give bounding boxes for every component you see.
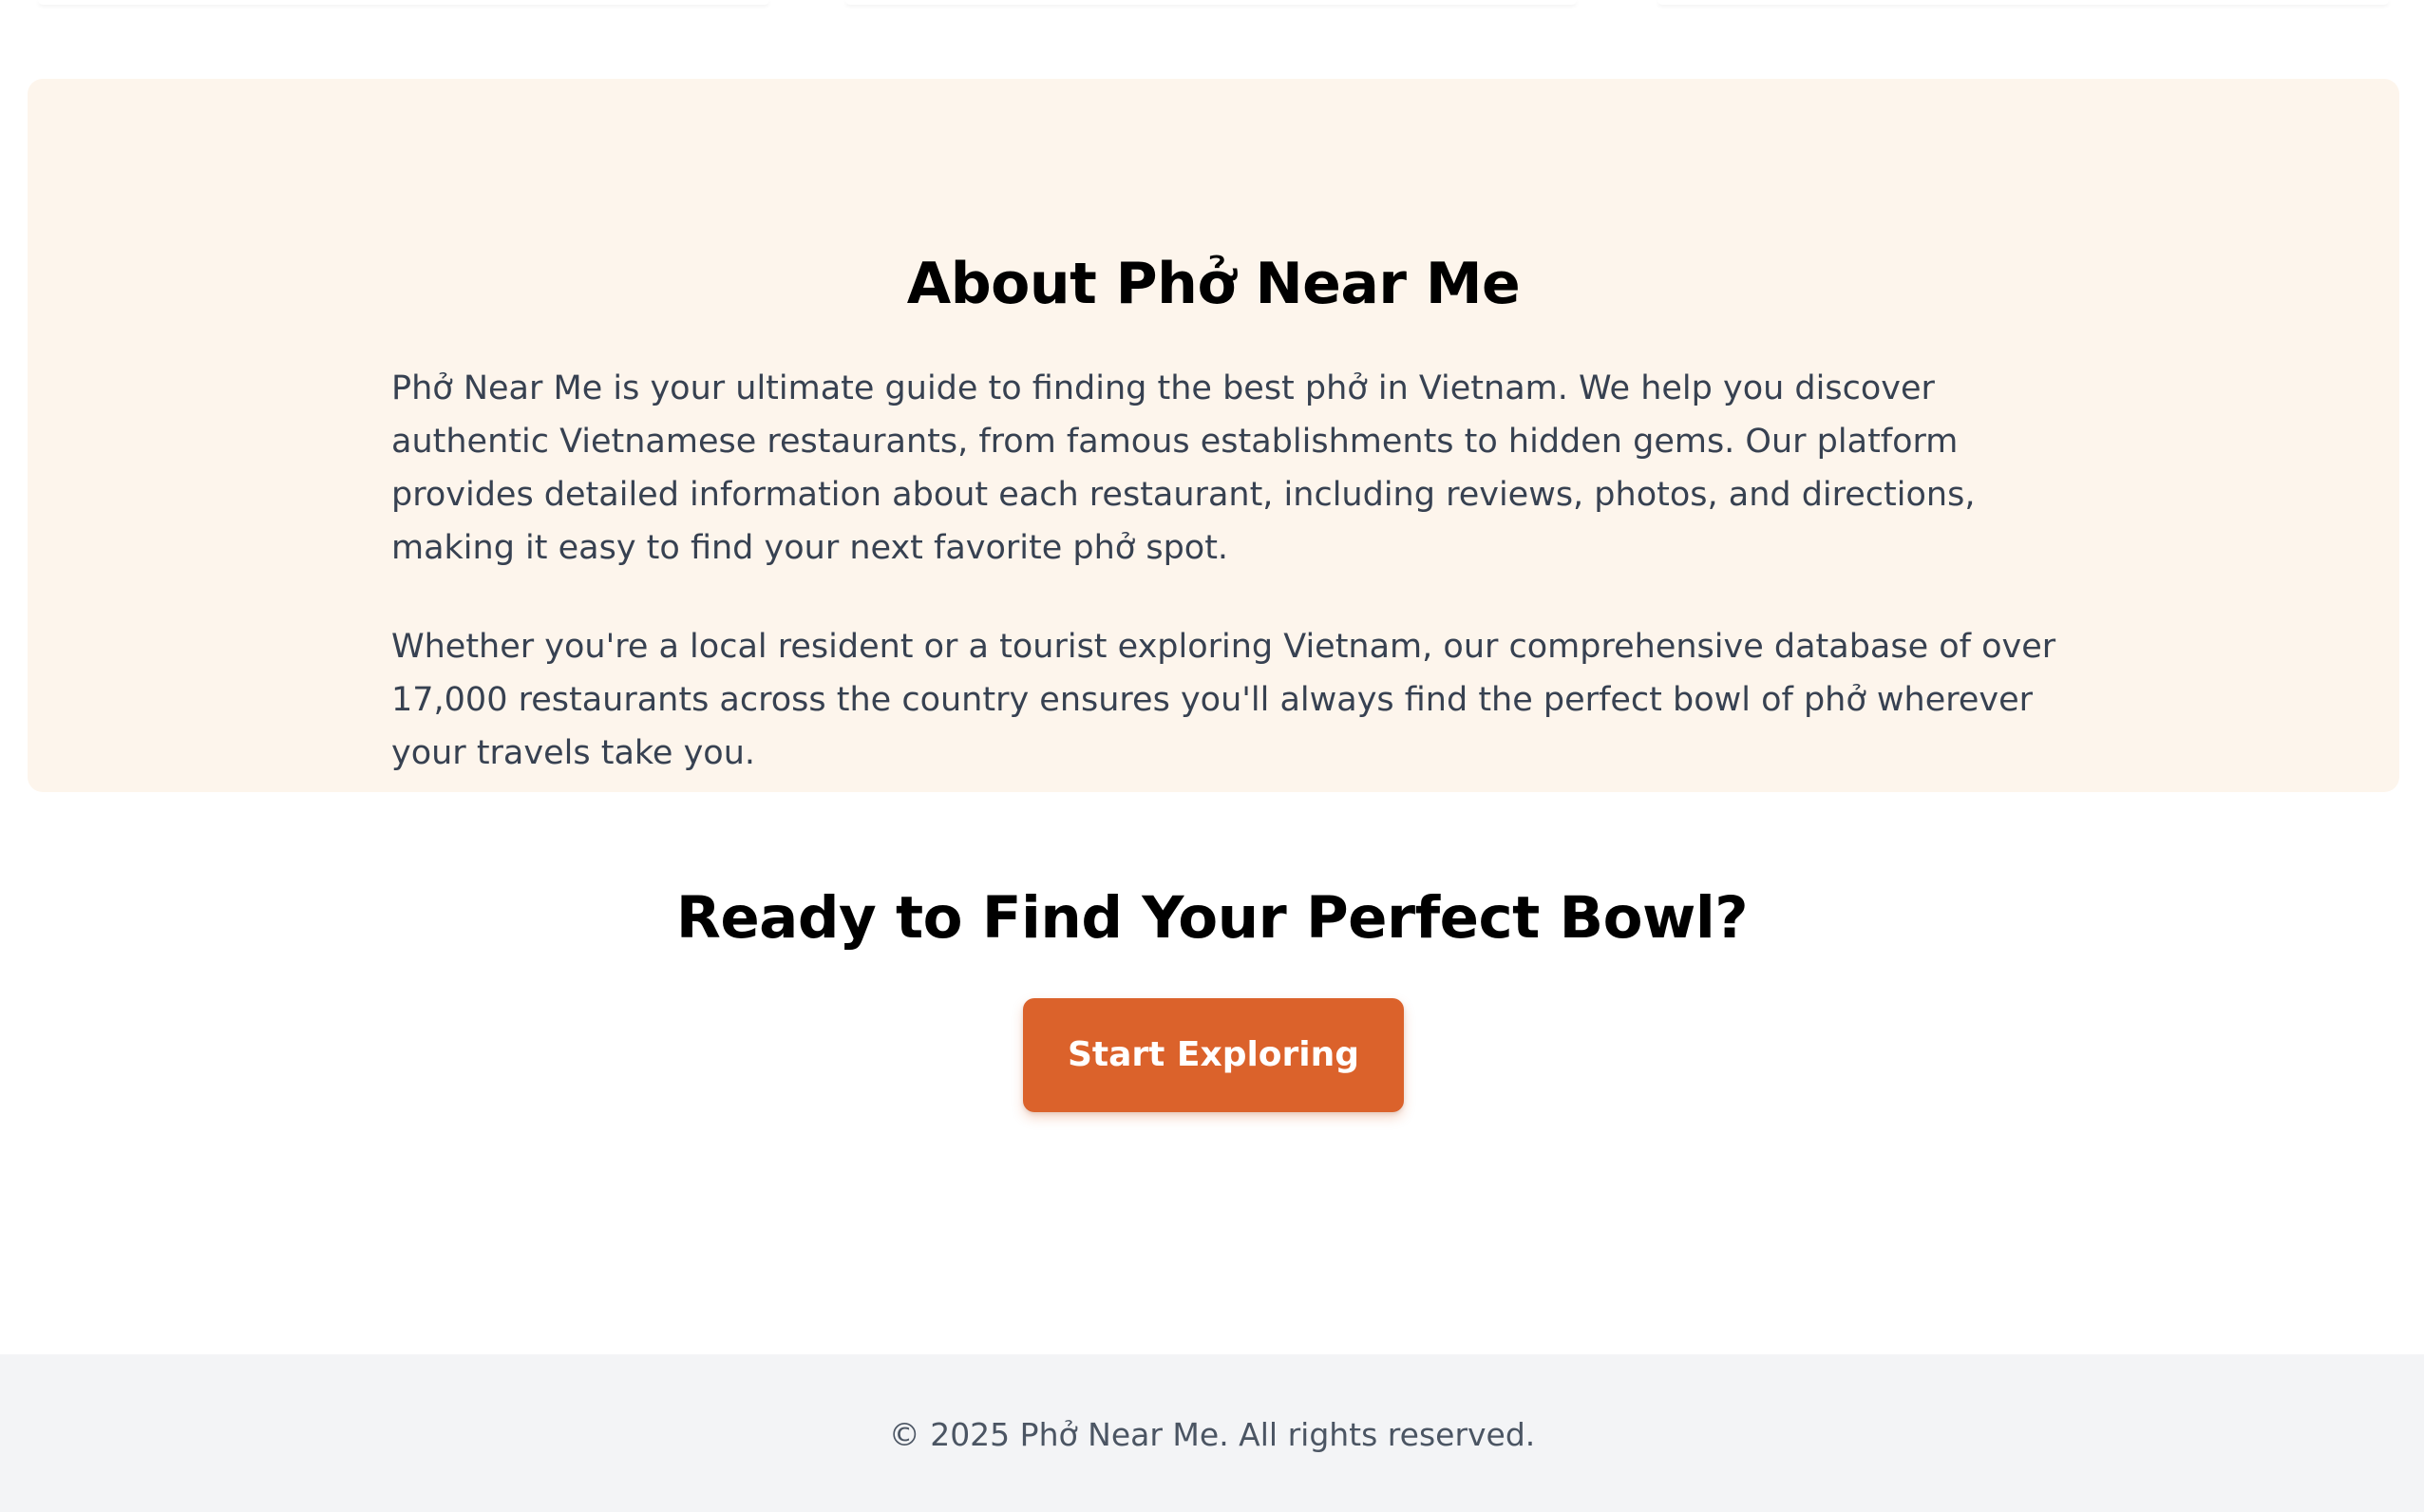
- card-edge: [38, 0, 769, 5]
- page: About Phở Near Me Phở Near Me is your ul…: [0, 0, 2424, 1512]
- about-title: About Phở Near Me: [906, 251, 1521, 317]
- about-paragraph-2: Whether you're a local resident or a tou…: [391, 628, 2056, 772]
- about-paragraph-1: Phở Near Me is your ultimate guide to fi…: [391, 369, 1976, 567]
- footer-copyright: © 2025 Phở Near Me. All rights reserved.: [888, 1416, 1536, 1453]
- card-edge: [1657, 0, 2389, 5]
- footer: © 2025 Phở Near Me. All rights reserved.: [0, 1354, 2424, 1512]
- cta-title: Ready to Find Your Perfect Bowl?: [675, 884, 1749, 952]
- about-section: About Phở Near Me Phở Near Me is your ul…: [28, 79, 2399, 792]
- card-edge: [845, 0, 1577, 5]
- previous-section-card-edges: [0, 0, 2424, 8]
- start-exploring-button[interactable]: Start Exploring: [1023, 998, 1404, 1112]
